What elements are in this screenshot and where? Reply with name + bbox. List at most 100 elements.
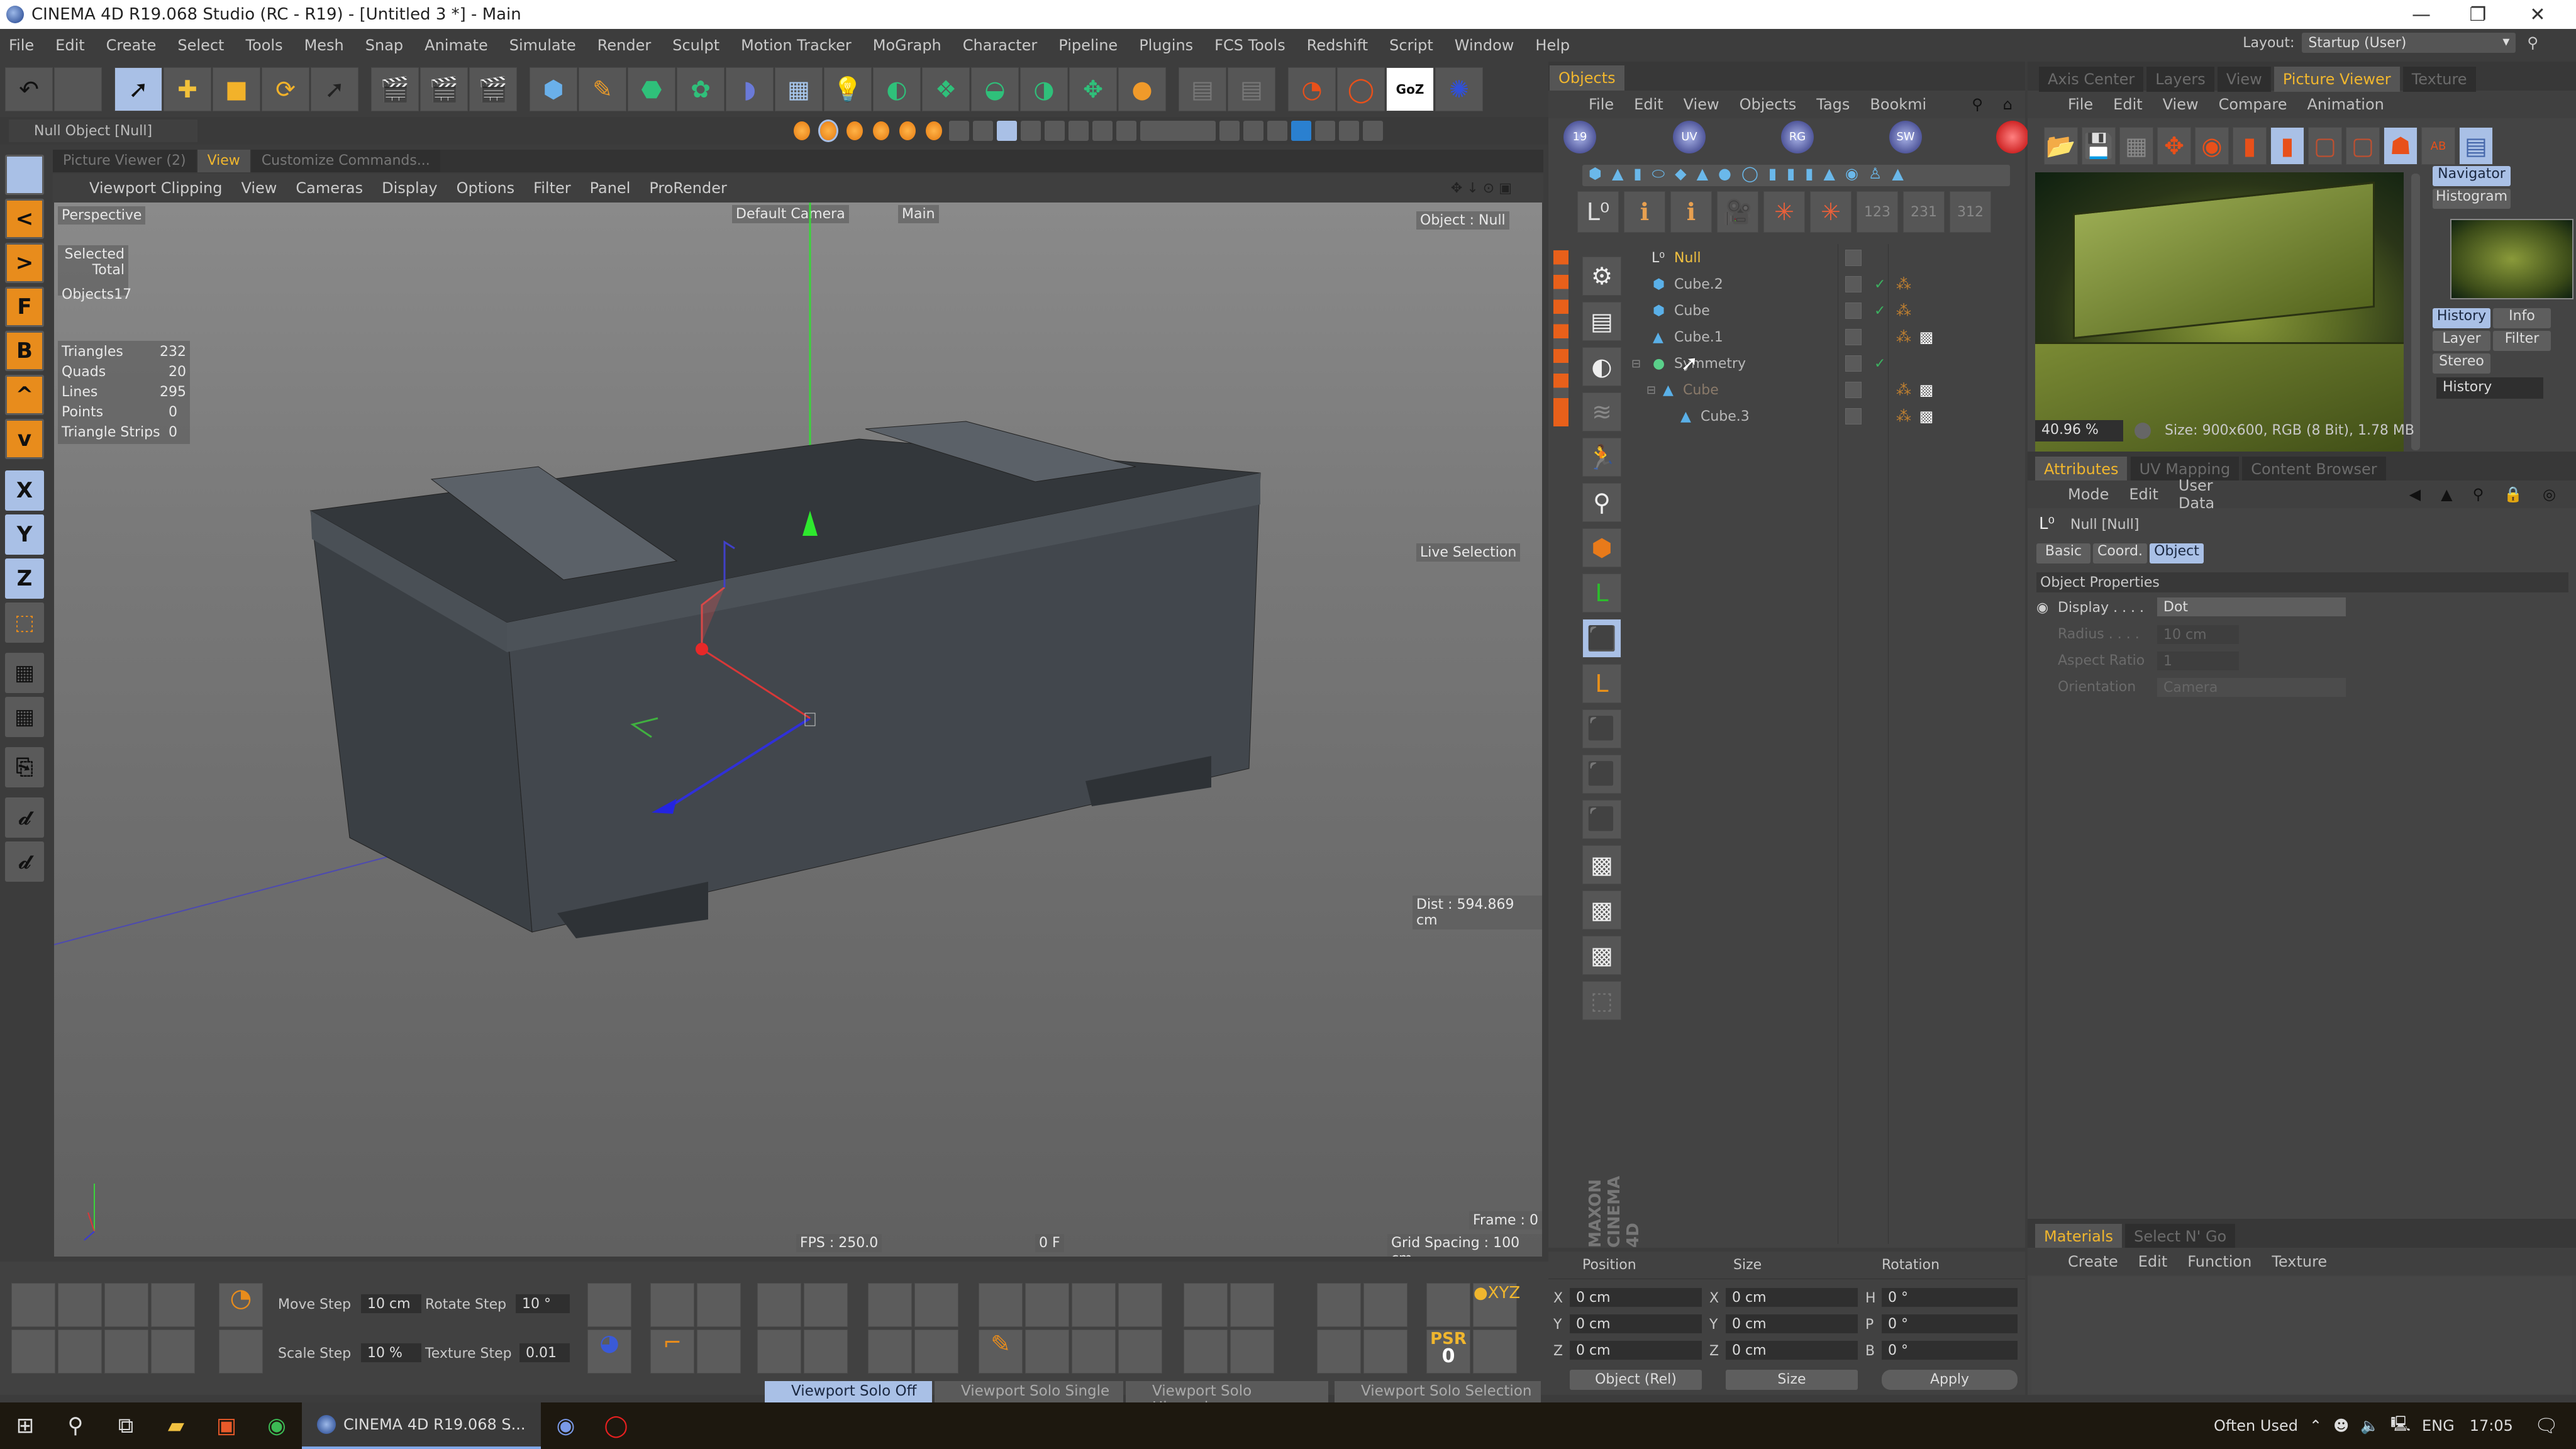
home-icon[interactable]: ⌂ <box>2003 96 2012 113</box>
split-icon[interactable]: ▤ <box>2459 127 2493 165</box>
quantize-icon[interactable]: ◔ <box>219 1283 263 1327</box>
scale-icon[interactable]: ■ <box>213 67 260 111</box>
weld2-icon[interactable] <box>1230 1283 1274 1327</box>
enabled-check-icon[interactable]: ✓ <box>1874 277 1885 292</box>
animation-mode-icon[interactable] <box>847 121 863 140</box>
show-a-icon[interactable]: ▢ <box>2308 127 2342 165</box>
pv-menu-file[interactable]: File <box>2068 96 2093 113</box>
quantize-off-icon[interactable] <box>219 1330 263 1374</box>
doodle-icon[interactable]: 𝒹 <box>5 797 44 838</box>
plugin-rg-button[interactable]: RG <box>1781 121 1814 153</box>
viewport-solo-off-button[interactable]: Viewport Solo Off <box>765 1381 932 1402</box>
size-z-field[interactable]: 0 cm <box>1726 1341 1858 1360</box>
minimize-button[interactable]: — <box>2396 0 2446 29</box>
texture-mode-icon[interactable] <box>873 121 889 140</box>
collapse-icon[interactable]: ⊟ <box>1646 384 1656 397</box>
render-region-icon[interactable]: ▦ <box>5 653 44 693</box>
mat-menu-create[interactable]: Create <box>2068 1253 2118 1270</box>
mini-tool-strip[interactable] <box>1553 250 1568 426</box>
lock-x-icon[interactable]: X <box>5 470 44 511</box>
tab-customize-commands[interactable]: Customize Commands... <box>251 150 440 172</box>
planar-workplane-icon[interactable] <box>1116 121 1136 141</box>
box-checker3-icon[interactable]: ▩ <box>1582 936 1621 975</box>
subtab-coord[interactable]: Coord. <box>2093 543 2147 564</box>
menu-file[interactable]: File <box>9 36 34 54</box>
left-view-icon[interactable]: < <box>5 199 44 239</box>
phong-tag-icon[interactable]: ⁂ <box>1894 407 1913 426</box>
character-icon[interactable]: 🏃 <box>1582 438 1621 477</box>
info2-icon[interactable]: ℹ <box>1670 191 1712 233</box>
box-point-icon[interactable]: ⬛ <box>1582 709 1621 748</box>
layer-box[interactable] <box>1845 408 1862 425</box>
rotation-h-field[interactable]: 0 ° <box>1882 1288 2018 1307</box>
tree-row-cube1[interactable]: ▲ Cube.1 ⁂ ▩ <box>1630 325 2096 350</box>
menu-motion-tracker[interactable]: Motion Tracker <box>741 36 852 54</box>
discord-icon[interactable]: ☻ <box>2333 1417 2349 1435</box>
hair-cut-icon[interactable] <box>1339 121 1359 141</box>
vp-menu-panel[interactable]: Panel <box>590 179 631 197</box>
line-cut-icon[interactable] <box>1317 1283 1361 1327</box>
script-manager-icon[interactable]: ⚙ <box>1582 257 1621 296</box>
menu-render[interactable]: Render <box>597 36 651 54</box>
menu-tools[interactable]: Tools <box>245 36 282 54</box>
viewport-solo-single-button[interactable]: Viewport Solo Single <box>935 1381 1123 1402</box>
tree-item-name[interactable]: Cube <box>1674 303 1710 319</box>
knife-icon[interactable] <box>979 1283 1023 1327</box>
restore-button[interactable]: ❐ <box>2453 0 2503 29</box>
close-button[interactable]: ✕ <box>2512 0 2563 29</box>
cinema4d-second-icon[interactable]: ◉ <box>541 1402 591 1449</box>
pv-menu-animation[interactable]: Animation <box>2307 96 2384 113</box>
floor-icon[interactable]: ▦ <box>775 67 823 111</box>
cylinder-icon[interactable]: ◒ <box>971 67 1019 111</box>
top-view-icon[interactable]: ^ <box>5 375 44 415</box>
vp-menu-prorender[interactable]: ProRender <box>649 179 727 197</box>
xyz-up-icon[interactable]: ✳ <box>1810 191 1852 233</box>
zoom-field[interactable]: 40.96 % <box>2035 420 2123 441</box>
position-z-field[interactable]: 0 cm <box>1570 1341 1702 1360</box>
menu-mesh[interactable]: Mesh <box>304 36 344 54</box>
live-selection-icon[interactable]: ➚ <box>114 67 162 111</box>
points-mode-icon[interactable] <box>926 121 942 140</box>
vp-menu-options[interactable]: Options <box>457 179 515 197</box>
up-arrow-icon[interactable]: ▲ <box>2441 486 2452 503</box>
chrome-icon[interactable]: ◉ <box>252 1402 302 1449</box>
info-icon[interactable]: ℹ <box>1624 191 1665 233</box>
menu-mograph[interactable]: MoGraph <box>873 36 941 54</box>
tab-history[interactable]: History <box>2433 308 2490 328</box>
edges-mode-icon[interactable] <box>949 121 969 141</box>
file-explorer-icon[interactable]: ▰ <box>151 1402 201 1449</box>
pv-vertical-scrollbar[interactable] <box>2411 174 2420 450</box>
search-icon[interactable]: ⚲ <box>2473 486 2484 503</box>
extrude-icon[interactable] <box>868 1283 912 1327</box>
tab-layer[interactable]: Layer <box>2433 331 2490 351</box>
search-icon[interactable]: ⚲ <box>2527 34 2538 52</box>
position-x-field[interactable]: 0 cm <box>1570 1288 1702 1307</box>
obj-menu-objects[interactable]: Objects <box>1740 96 1797 113</box>
pv-menu-compare[interactable]: Compare <box>2219 96 2287 113</box>
box-face-icon[interactable]: ⬛ <box>1582 800 1621 839</box>
scale-step-field[interactable]: 10 % <box>361 1343 421 1362</box>
paint-icon[interactable] <box>1363 121 1383 141</box>
recent-tool-icon[interactable]: ➚ <box>311 67 358 111</box>
order-123-button[interactable]: 123 <box>1857 191 1898 233</box>
array2-icon[interactable] <box>804 1283 848 1327</box>
viewport-solo-hierarchy-button[interactable]: Viewport Solo Hierarchy <box>1126 1381 1328 1416</box>
snap-grid-icon[interactable] <box>58 1330 102 1374</box>
vp-menu-view[interactable]: View <box>241 179 277 197</box>
tab-layers[interactable]: Layers <box>2146 67 2214 92</box>
box-tool4-icon[interactable] <box>1072 1330 1116 1374</box>
position-y-field[interactable]: 0 cm <box>1570 1314 1702 1333</box>
tab-picture-viewer-2[interactable]: Picture Viewer (2) <box>53 150 196 172</box>
menu-window[interactable]: Window <box>1455 36 1514 54</box>
size-x-field[interactable]: 0 cm <box>1726 1288 1858 1307</box>
snap-grid3-icon[interactable] <box>151 1330 195 1374</box>
sphere-icon[interactable]: ◑ <box>1020 67 1068 111</box>
tree-row-symmetry[interactable]: ⊟ ● Symmetry ✓ <box>1630 351 2096 376</box>
rotation-p-field[interactable]: 0 ° <box>1882 1314 2018 1333</box>
model-mode-icon[interactable] <box>794 121 810 140</box>
order-231-button[interactable]: 231 <box>1903 191 1945 233</box>
tree-item-name[interactable]: Cube.2 <box>1674 277 1723 292</box>
snap-rotate-icon[interactable] <box>151 1283 195 1327</box>
light-icon[interactable]: 💡 <box>824 67 872 111</box>
render-picture-viewer-icon[interactable]: 🎬 <box>420 67 468 111</box>
